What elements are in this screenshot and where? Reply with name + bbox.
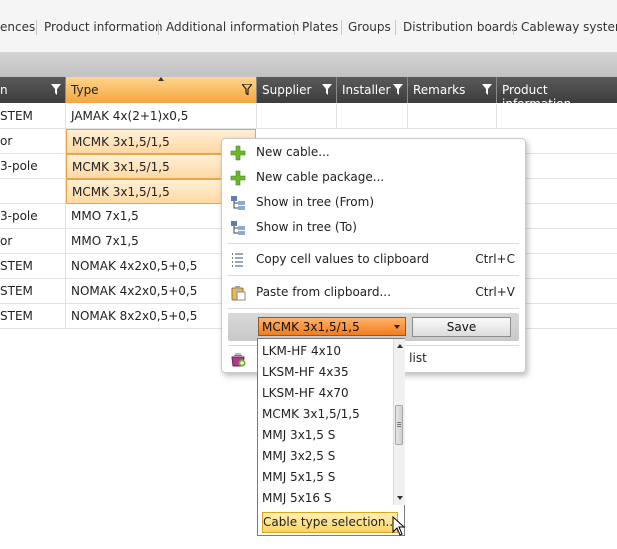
- name-cell[interactable]: 3-pole: [0, 154, 66, 179]
- list-item[interactable]: LKSM-HF 4x35: [262, 362, 390, 383]
- grip-line: [397, 422, 401, 423]
- column-header-type[interactable]: Type: [66, 77, 257, 103]
- grip-line: [397, 424, 401, 425]
- name-cell[interactable]: or: [0, 229, 66, 254]
- tab-references[interactable]: ences: [0, 18, 35, 36]
- tab-cableway-systems[interactable]: Cableway systems: [521, 18, 617, 36]
- tab-plates[interactable]: Plates: [302, 18, 338, 36]
- column-header-remarks[interactable]: Remarks: [408, 77, 497, 103]
- tab-groups[interactable]: Groups: [348, 18, 391, 36]
- name-cell[interactable]: STEM: [0, 279, 66, 304]
- list-item[interactable]: MCMK 3x1,5/1,5: [262, 404, 390, 425]
- tab-separator: [294, 20, 295, 35]
- tab-separator: [395, 20, 396, 35]
- name-cell[interactable]: or: [0, 129, 66, 154]
- menu-item-copy-cell-values[interactable]: Copy cell values to clipboard Ctrl+C: [222, 248, 525, 272]
- supplier-cell[interactable]: [257, 104, 337, 129]
- name-cell[interactable]: [0, 179, 66, 204]
- scroll-up-icon[interactable]: [397, 344, 403, 348]
- name-cell[interactable]: STEM: [0, 254, 66, 279]
- cable-type-dropdown-list[interactable]: LKM-HF 4x10 LKSM-HF 4x35 LKSM-HF 4x70 MC…: [257, 338, 405, 536]
- column-header-label: Type: [71, 83, 99, 97]
- tab-additional-information[interactable]: Additional information: [166, 18, 299, 36]
- column-header-installer[interactable]: Installer: [337, 77, 408, 103]
- list-item[interactable]: LKM-HF 4x10: [262, 341, 390, 362]
- remarks-cell[interactable]: [408, 104, 497, 129]
- list-item[interactable]: MMJ 3x2,5 S: [262, 446, 390, 467]
- menu-item-new-cable[interactable]: New cable...: [222, 141, 525, 165]
- tab-separator: [341, 20, 342, 35]
- installer-cell[interactable]: [337, 104, 408, 129]
- tab-product-information[interactable]: Product information: [44, 18, 163, 36]
- clipboard-icon: [231, 286, 246, 301]
- menu-item-label: Paste from clipboard...: [256, 285, 391, 299]
- cable-type-edit-row: MCMK 3x1,5/1,5 Save: [228, 313, 519, 341]
- filter-icon[interactable]: [51, 84, 61, 95]
- column-header-product-information[interactable]: Product information: [497, 77, 617, 111]
- plus-icon: [230, 145, 246, 161]
- menu-separator: [228, 308, 519, 309]
- chevron-down-icon[interactable]: [394, 325, 400, 329]
- menu-item-label: Show in tree (From): [256, 195, 374, 209]
- tree-icon: [231, 196, 245, 210]
- list-item[interactable]: MMJ 5x16 S: [262, 488, 390, 509]
- menu-item-show-tree-to[interactable]: Show in tree (To): [222, 216, 525, 240]
- name-cell[interactable]: 3-pole: [0, 204, 66, 229]
- filter-icon[interactable]: [322, 84, 332, 95]
- cable-type-selection-button[interactable]: Cable type selection...: [262, 512, 398, 533]
- menu-item-label: New cable...: [256, 145, 330, 159]
- mouse-cursor-icon: [392, 516, 406, 536]
- name-cell[interactable]: STEM: [0, 304, 66, 329]
- combobox-value: MCMK 3x1,5/1,5: [262, 320, 360, 334]
- shortcut-label: Ctrl+V: [475, 285, 515, 299]
- cable-type-combobox[interactable]: MCMK 3x1,5/1,5: [258, 317, 406, 336]
- tab-separator: [158, 20, 159, 35]
- menu-item-show-tree-from[interactable]: Show in tree (From): [222, 191, 525, 215]
- menu-item-label: New cable package...: [256, 170, 385, 184]
- menu-item-new-cable-package[interactable]: New cable package...: [222, 166, 525, 190]
- column-header-label: Supplier: [262, 83, 312, 97]
- menu-separator: [228, 275, 519, 276]
- toolbar-strip: [0, 53, 617, 77]
- filter-icon[interactable]: [242, 84, 252, 95]
- menu-separator: [228, 243, 519, 244]
- tab-separator: [36, 20, 37, 35]
- list-item[interactable]: MMJ 5x1,5 S: [262, 467, 390, 488]
- type-cell[interactable]: JAMAK 4x(2+1)x0,5: [66, 104, 257, 129]
- menu-item-label: Copy cell values to clipboard: [256, 252, 429, 266]
- menu-item-label: Show in tree (To): [256, 220, 357, 234]
- column-header-label: n: [0, 83, 8, 97]
- tab-distribution-boards[interactable]: Distribution boards: [403, 18, 518, 36]
- sort-ascending-icon: [158, 77, 164, 81]
- scroll-down-icon[interactable]: [397, 496, 403, 500]
- column-header-label: Installer: [342, 83, 391, 97]
- plus-icon: [230, 170, 246, 186]
- menu-item-paste[interactable]: Paste from clipboard... Ctrl+V: [222, 281, 525, 305]
- name-cell[interactable]: STEM: [0, 104, 66, 129]
- filter-icon[interactable]: [482, 84, 492, 95]
- tab-separator: [513, 20, 514, 35]
- list-item[interactable]: MMJ 3x1,5 S: [262, 425, 390, 446]
- copy-list-icon: [232, 253, 243, 267]
- scrollbar-thumb[interactable]: [395, 405, 403, 445]
- tree-icon: [231, 221, 245, 235]
- list-item[interactable]: LKSM-HF 4x70: [262, 383, 390, 404]
- filter-icon[interactable]: [393, 84, 403, 95]
- column-header-label: Remarks: [413, 83, 466, 97]
- column-header-name[interactable]: n: [0, 77, 66, 103]
- shortcut-label: Ctrl+C: [475, 252, 515, 266]
- dropdown-scrollbar[interactable]: [393, 339, 405, 505]
- add-to-list-icon: [231, 353, 246, 367]
- tab-bar: ences Product information Additional inf…: [0, 0, 617, 53]
- save-button[interactable]: Save: [412, 317, 511, 337]
- grip-line: [397, 426, 401, 427]
- column-header-supplier[interactable]: Supplier: [257, 77, 337, 103]
- table-row[interactable]: STEM JAMAK 4x(2+1)x0,5: [0, 104, 617, 129]
